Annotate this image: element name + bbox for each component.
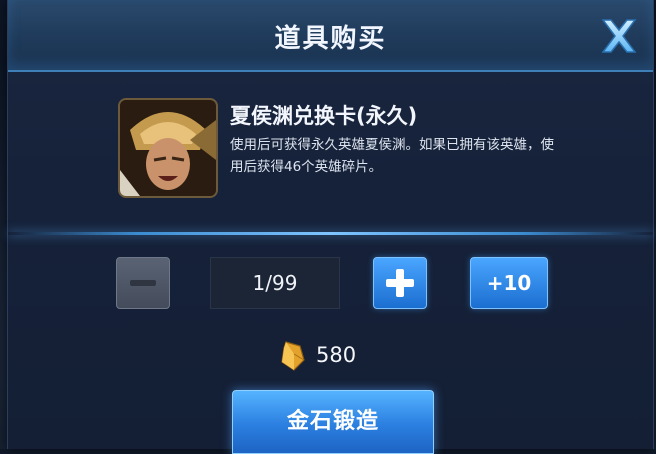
purchase-dialog: 道具购买 夏侯渊兑换卡(永久) 使用后可获得永久英雄夏侯渊。如果已拥有该英雄，使…: [7, 0, 654, 454]
item-description: 使用后可获得永久英雄夏侯渊。如果已拥有该英雄，使用后获得46个英雄碎片。: [230, 137, 554, 175]
quantity-selector: 1/99 +10: [8, 252, 653, 312]
minus-icon: [130, 280, 156, 286]
dialog-title: 道具购买: [274, 24, 387, 54]
forge-button[interactable]: 金石锻造: [232, 390, 434, 454]
dialog-header: 道具购买: [8, 0, 653, 72]
item-name: 夏侯渊兑换卡(永久): [230, 104, 418, 128]
close-icon: [601, 19, 637, 53]
price-row: 580: [8, 338, 653, 374]
quantity-display: 1/99: [210, 257, 340, 309]
section-divider: [8, 232, 653, 235]
decrease-quantity-button[interactable]: [116, 257, 170, 309]
item-info: 夏侯渊兑换卡(永久) 使用后可获得永久英雄夏侯渊。如果已拥有该英雄，使用后获得4…: [8, 72, 653, 232]
close-button[interactable]: [597, 14, 641, 58]
gold-crystal-icon: [281, 341, 305, 371]
add-ten-button[interactable]: +10: [470, 257, 548, 309]
increase-quantity-button[interactable]: [373, 257, 427, 309]
price-value: 580: [316, 343, 357, 367]
hero-portrait-icon: [118, 98, 218, 198]
